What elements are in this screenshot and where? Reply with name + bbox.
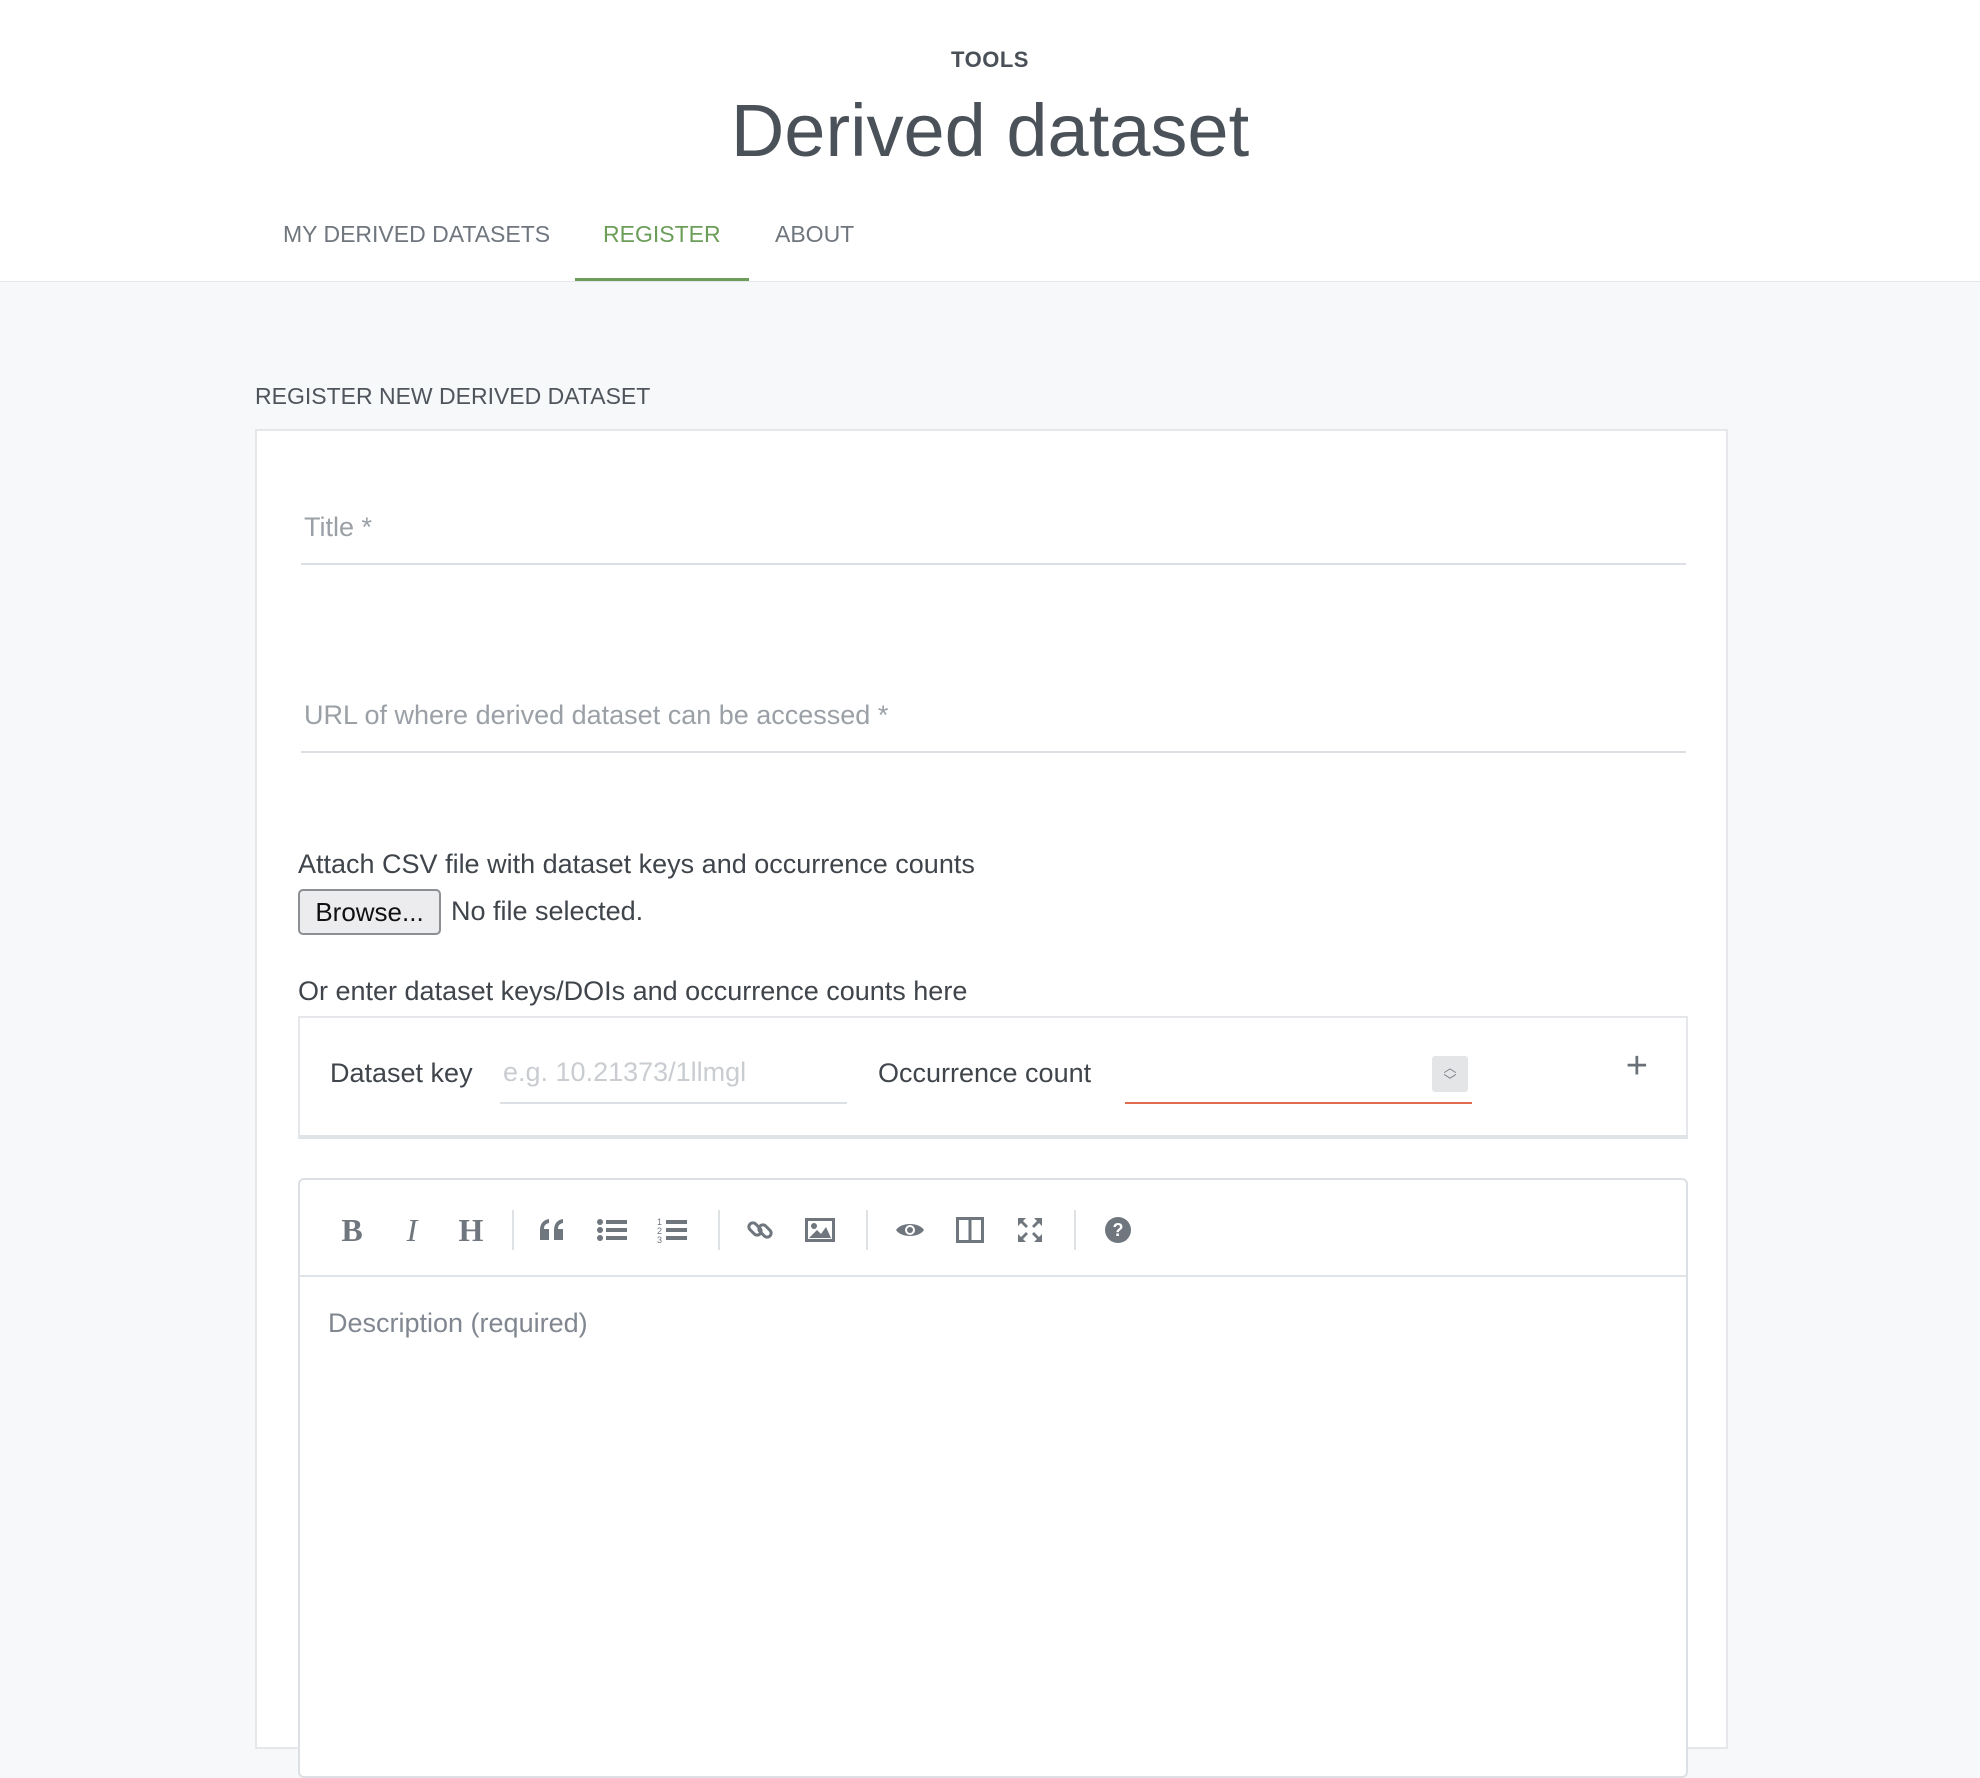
url-field bbox=[301, 681, 1686, 753]
bold-icon[interactable]: B bbox=[332, 1210, 372, 1250]
ordered-list-icon[interactable]: 123 bbox=[652, 1210, 692, 1250]
browse-button[interactable]: Browse... bbox=[298, 889, 441, 935]
occurrence-count-label: Occurrence count bbox=[878, 1058, 1092, 1088]
attach-csv-label: Attach CSV file with dataset keys and oc… bbox=[298, 849, 975, 879]
section-kicker: TOOLS bbox=[951, 47, 1029, 72]
manual-entry-label: Or enter dataset keys/DOIs and occurrenc… bbox=[298, 976, 968, 1006]
italic-icon[interactable]: I bbox=[392, 1210, 432, 1250]
fullscreen-icon[interactable] bbox=[1010, 1210, 1050, 1250]
quote-icon[interactable] bbox=[532, 1210, 572, 1250]
dataset-key-input[interactable] bbox=[500, 1044, 847, 1100]
toolbar-divider bbox=[866, 1210, 868, 1250]
tab-about[interactable]: ABOUT bbox=[747, 200, 882, 278]
link-icon[interactable] bbox=[740, 1210, 780, 1250]
file-status: No file selected. bbox=[451, 896, 644, 926]
description-textarea[interactable]: Description (required) bbox=[328, 1308, 588, 1339]
toolbar-divider bbox=[512, 1210, 514, 1250]
dataset-keys-row: Dataset key Occurrence count ︿ ﹀ + bbox=[298, 1016, 1688, 1139]
toolbar-divider bbox=[718, 1210, 720, 1250]
heading-icon[interactable]: H bbox=[451, 1210, 491, 1250]
title-field bbox=[301, 493, 1686, 565]
help-icon[interactable]: ? bbox=[1098, 1210, 1138, 1250]
svg-text:3: 3 bbox=[657, 1235, 662, 1244]
form-section-label: REGISTER NEW DERIVED DATASET bbox=[255, 383, 651, 409]
occurrence-count-field: ︿ ﹀ bbox=[1125, 1044, 1472, 1104]
dataset-key-field bbox=[500, 1044, 847, 1104]
register-form-card: Attach CSV file with dataset keys and oc… bbox=[255, 429, 1728, 1778]
editor-toolbar: B I H 123 ? bbox=[300, 1180, 1686, 1277]
tab-my-derived-datasets[interactable]: MY DERIVED DATASETS bbox=[255, 200, 578, 278]
tab-register[interactable]: REGISTER bbox=[575, 200, 749, 281]
plus-icon[interactable]: + bbox=[1626, 1046, 1648, 1086]
number-spinner[interactable]: ︿ ﹀ bbox=[1432, 1056, 1468, 1092]
side-by-side-icon[interactable] bbox=[950, 1210, 990, 1250]
toolbar-divider bbox=[1074, 1210, 1076, 1250]
occurrence-count-input[interactable] bbox=[1125, 1044, 1472, 1100]
page-title: Derived dataset bbox=[730, 89, 1250, 172]
chevron-down-icon: ﹀ bbox=[1443, 1073, 1457, 1088]
page-header: TOOLS Derived dataset MY DERIVED DATASET… bbox=[0, 0, 1980, 282]
description-editor: B I H 123 ? Description (required) bbox=[298, 1178, 1688, 1778]
title-input[interactable] bbox=[301, 493, 1686, 561]
url-input[interactable] bbox=[301, 681, 1686, 749]
image-icon[interactable] bbox=[800, 1210, 840, 1250]
dataset-key-label: Dataset key bbox=[330, 1058, 473, 1088]
svg-text:?: ? bbox=[1113, 1220, 1124, 1240]
unordered-list-icon[interactable] bbox=[592, 1210, 632, 1250]
preview-icon[interactable] bbox=[890, 1210, 930, 1250]
